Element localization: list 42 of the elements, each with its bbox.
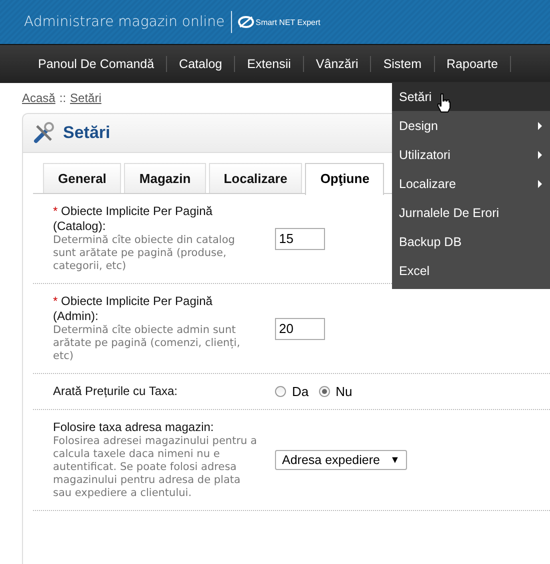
menu-item[interactable]: Setări [392,82,550,111]
menu-item[interactable]: Localizare [392,169,550,198]
submenu-arrow-icon [538,180,542,188]
tab[interactable]: Opţiune [305,163,384,195]
tools-icon [33,122,55,144]
number-field[interactable]: 20 [275,318,325,340]
radio-button[interactable] [318,386,330,397]
radio-button[interactable] [275,386,286,397]
radio-label: Da [292,384,309,399]
help-text: Determină cîte obiecte din catalog sunt arătate pe pagină (produse, categorii, etc) [53,234,236,273]
field-label: Folosire taxa adresa magazin: [53,420,215,435]
hand-cursor-icon [437,93,451,113]
nav-menu-item[interactable]: Vânzări [304,56,372,72]
tab[interactable]: Magazin [124,163,206,193]
help-text: Folosirea adresei magazinului pentru a calcula taxele daca nimeni nu e autentificat. Se poate folosi adresa magazinului pentru adresa de plata sau expediere a clientului. [53,435,258,500]
breadcrumb-separator: :: [59,91,66,107]
nav-menu-item[interactable]: Catalog [167,56,236,72]
number-field[interactable]: 15 [275,228,325,250]
submenu-arrow-icon [538,150,542,158]
menu-item[interactable]: Utilizatori [392,140,550,169]
tab[interactable]: Localizare [208,163,302,193]
logo: Smart NET Expert [238,15,320,29]
nav-menu-item[interactable]: Panoul De Comandă [26,56,168,72]
nav-menu-item[interactable]: Sistem [371,56,435,72]
field-label: * Obiecte Implicite Per Pagină (Catalog): [53,204,214,234]
submenu-arrow-icon [538,122,542,130]
panel-title: Setări [63,123,110,143]
nav-menu-item[interactable]: Extensii [235,56,304,72]
nav-menu-item[interactable]: Rapoarte [434,56,511,72]
breadcrumb-link[interactable]: Acasă [22,91,56,113]
site-title: Administrare magazin online [24,11,232,33]
field-label: Arată Prețurile cu Taxa: [53,384,179,399]
menu-item[interactable]: Design [392,111,550,140]
radio-label: Nu [336,384,352,399]
help-text: Determină cîte obiecte admin sunt arătate pe pagină (comenzi, clienți, etc) [53,324,242,363]
tab[interactable]: General [43,163,122,193]
menu-item[interactable]: Excel [392,256,550,285]
dropdown-select[interactable]: Adresa expediere ▼ [275,450,407,470]
field-label: * Obiecte Implicite Per Pagină (Admin): [53,294,214,324]
menu-item[interactable]: Jurnalele De Erori [392,198,550,227]
breadcrumb-link[interactable]: Setări [70,91,102,113]
menu-item[interactable]: Backup DB [392,227,550,256]
